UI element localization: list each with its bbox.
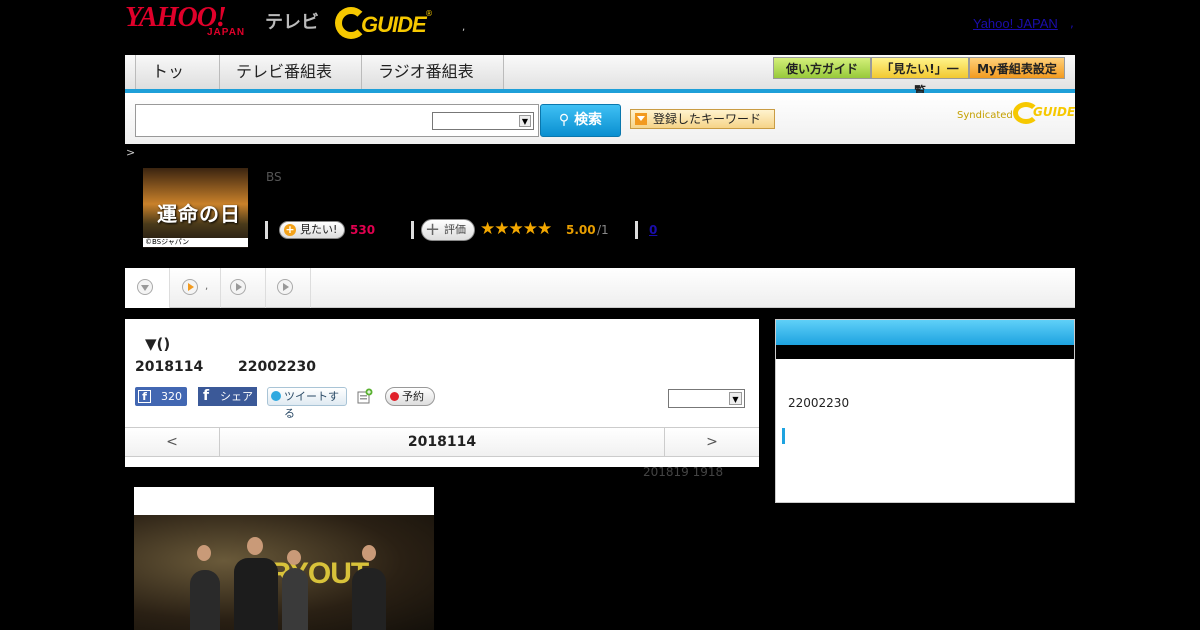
record-icon (390, 392, 399, 401)
yahoo-japan-link[interactable]: Yahoo! JAPAN (973, 16, 1058, 31)
next-day-button[interactable]: > (664, 428, 759, 456)
facebook-like-button[interactable]: f 320 (135, 387, 187, 406)
last-updated: 201819 1918 (643, 465, 724, 479)
rating-count: /1 (597, 223, 609, 237)
gguide-small-logo-text: GUIDE (1033, 105, 1076, 119)
rating-score: 5.00 (566, 223, 596, 237)
chevron-down-icon: ▼ (729, 392, 742, 405)
facebook-share-label: シェア (220, 390, 253, 403)
person-head (287, 550, 301, 565)
want-to-watch-button[interactable]: + 見たい! (279, 221, 345, 239)
rate-label: 評価 (444, 223, 466, 236)
rate-button[interactable]: + 評価 (421, 219, 475, 241)
reserve-recording-button[interactable]: 予約 (385, 387, 435, 406)
reserve-label: 予約 (402, 390, 424, 403)
nav-radio-listings[interactable]: ラジオ番組表 (362, 55, 504, 89)
person-head (247, 537, 263, 555)
broadcast-time: 22002230 (238, 359, 316, 375)
date-navigation: < 2018114 > (125, 427, 759, 457)
program-thumbnail[interactable]: 運命の日 ©BSジャパン (143, 168, 248, 248)
play-icon (230, 279, 246, 295)
sidebar-header (776, 320, 1074, 345)
tweet-button[interactable]: ツイートする (267, 387, 347, 420)
sidebar-panel: 22002230 (775, 319, 1075, 503)
global-nav: トップ テレビ番組表 ラジオ番組表 使い方ガイド 「見たい!」一覧 My番組表設… (125, 55, 1075, 115)
video-frame-image: TRYOUT (134, 515, 434, 630)
search-bar: ▼ ⚲ 検索 登録したキーワード Syndicated GUIDE (125, 93, 1075, 144)
chevron-down-icon: ▼ (519, 115, 531, 127)
gguide-logo-text: GUIDE (361, 12, 427, 37)
dropdown-arrow-icon (635, 113, 647, 125)
facebook-share-button[interactable]: f シェア (198, 387, 257, 406)
nav-tabs: トップ テレビ番組表 ラジオ番組表 (135, 55, 504, 115)
tv-logo-text[interactable]: テレビ (265, 8, 319, 34)
tab-3[interactable] (221, 268, 266, 308)
facebook-icon: f (138, 390, 151, 403)
search-button[interactable]: ⚲ 検索 (540, 104, 621, 137)
sidebar-subheader (776, 345, 1074, 359)
play-icon (277, 279, 293, 295)
thumbnail-copyright: ©BSジャパン (143, 238, 248, 247)
my-listings-settings-button[interactable]: My番組表設定 (969, 57, 1065, 79)
search-category-select[interactable]: ▼ (432, 112, 534, 130)
program-tabs: , (125, 268, 1075, 308)
plus-icon: + (425, 219, 441, 240)
sidebar-accent-bar (782, 428, 785, 444)
person-figure (190, 570, 220, 630)
broadcast-date: 2018114 (135, 359, 204, 375)
person-head (197, 545, 211, 561)
program-detail-panel: ▼() 2018114 22002230 f 320 f シェア ツイートする … (125, 319, 759, 467)
search-button-label: 検索 (574, 112, 603, 128)
tab-separator: , (205, 281, 209, 292)
tab-4[interactable] (266, 268, 311, 308)
registered-mark: ® (425, 9, 433, 18)
person-figure (352, 568, 386, 630)
tweet-label: ツイートする (284, 390, 339, 420)
share-options-select[interactable]: ▼ (668, 389, 745, 408)
add-to-calendar-icon[interactable] (357, 388, 373, 404)
facebook-icon: f (203, 388, 210, 404)
nav-top[interactable]: トップ (136, 55, 220, 115)
tab-2[interactable] (170, 268, 221, 308)
channel-label: BS (266, 170, 282, 184)
divider (411, 221, 414, 239)
search-icon: ⚲ (558, 112, 570, 128)
rating-stars-icon: ★★★★★ (480, 219, 552, 239)
syndicated-label: Syndicated (957, 110, 1013, 121)
saved-keywords-label: 登録したキーワード (653, 112, 762, 126)
sidebar-broadcast-time: 22002230 (788, 396, 850, 410)
previous-day-button[interactable]: < (125, 428, 220, 456)
header-separator: , (462, 22, 466, 33)
want-to-watch-count: 530 (350, 223, 376, 237)
nav-tv-listings[interactable]: テレビ番組表 (220, 55, 362, 89)
yahoo-japan-logo-text: JAPAN (207, 27, 246, 38)
plus-icon: + (284, 223, 296, 236)
person-head (362, 545, 376, 561)
breadcrumb[interactable]: > (126, 146, 135, 159)
usage-guide-button[interactable]: 使い方ガイド (773, 57, 871, 79)
facebook-like-count: 320 (161, 390, 182, 403)
current-date: 2018114 (407, 434, 477, 450)
program-title: ▼() (145, 335, 171, 353)
person-figure (282, 568, 308, 630)
comments-count-link[interactable]: 0 (649, 223, 657, 237)
site-header: YAHOO! JAPAN テレビ GUIDE ® , Yahoo! JAPAN … (125, 0, 1075, 50)
gguide-logo[interactable]: GUIDE ® (335, 7, 433, 39)
nav-utility-buttons: 使い方ガイド 「見たい!」一覧 My番組表設定 (773, 57, 1065, 98)
video-player[interactable]: TRYOUT (134, 487, 434, 630)
watchlist-button[interactable]: 「見たい!」一覧 (871, 57, 969, 98)
person-figure (234, 558, 278, 630)
want-to-watch-label: 見たい! (300, 223, 338, 236)
thumbnail-title: 運命の日 (157, 202, 241, 226)
tab-program-info[interactable] (125, 268, 170, 308)
header-link-separator: , (1070, 16, 1074, 30)
saved-keywords-button[interactable]: 登録したキーワード (630, 109, 775, 129)
divider (635, 221, 638, 239)
divider (265, 221, 268, 239)
play-icon (182, 279, 198, 295)
chevron-down-icon (137, 279, 153, 295)
twitter-bird-icon (271, 391, 281, 401)
